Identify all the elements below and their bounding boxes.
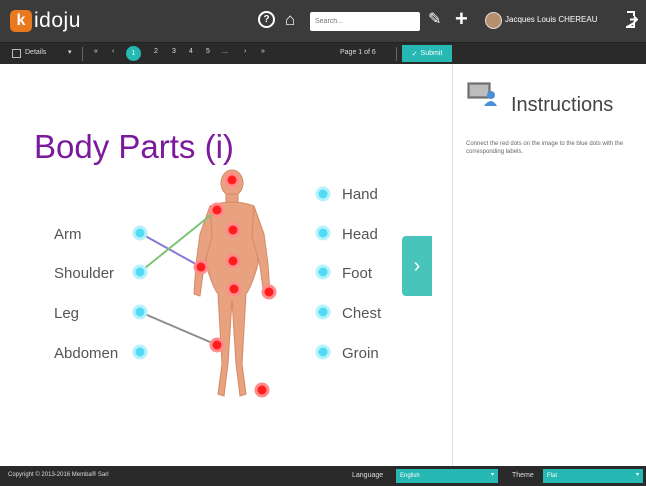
help-icon[interactable]: ? [258,11,275,28]
user-avatar[interactable] [485,12,502,29]
details-label[interactable]: Details [25,49,46,56]
submit-label: Submit [420,50,443,57]
dot-abdomen[interactable] [225,253,241,269]
footer-bar: Copyright © 2013-2016 Memba® Sarl Langua… [0,466,646,486]
dot-head[interactable] [224,172,240,188]
theme-label: Theme [512,472,534,479]
dot-hand[interactable] [261,284,277,300]
copyright-text: Copyright © 2013-2016 Memba® Sarl [8,472,109,478]
check-icon: ✓ [411,50,418,58]
toolbar-divider [82,47,83,61]
first-page-icon[interactable]: « [94,48,98,55]
logo-k-badge: k [10,10,32,32]
link-arm [139,232,202,268]
dot-label-arm[interactable] [132,225,148,241]
dot-label-groin[interactable] [315,344,331,360]
logo-text: idoju [34,9,81,32]
dot-leg[interactable] [209,337,225,353]
dot-label-chest[interactable] [315,304,331,320]
page-4-button[interactable]: 4 [189,48,193,55]
page-more-button[interactable]: ... [222,48,228,55]
tools-icon[interactable]: ✎ [428,11,441,28]
chevron-down-icon: ▾ [490,472,494,478]
next-page-icon[interactable]: › [244,48,246,55]
page-3-button[interactable]: 3 [172,48,176,55]
instructions-title: Instructions [511,94,614,116]
page-2-button[interactable]: 2 [154,48,158,55]
dot-label-hand[interactable] [315,186,331,202]
dot-label-shoulder[interactable] [132,264,148,280]
dot-label-abdomen[interactable] [132,344,148,360]
toolbar-divider [396,47,397,61]
language-label: Language [352,472,384,479]
activity-stage: Body Parts (i) Arm Shoulder Leg Abdomen … [0,64,452,466]
dot-label-leg[interactable] [132,304,148,320]
link-leg [139,311,218,346]
last-page-icon[interactable]: » [261,48,265,55]
submit-button[interactable]: ✓ Submit [402,45,452,62]
chevron-down-icon: ▾ [635,472,639,478]
dot-foot[interactable] [254,382,270,398]
dot-groin[interactable] [226,281,242,297]
next-slide-button[interactable]: › [402,236,432,296]
navigation-toolbar: Details ▾ « ‹ 1 2 3 4 5 ... › » Page 1 o… [0,42,646,64]
add-icon[interactable]: + [455,7,468,31]
language-select[interactable]: English ▾ [396,469,498,483]
theme-select[interactable]: Flat ▾ [543,469,643,483]
page-info: Page 1 of 6 [340,49,376,56]
body-diagram [132,169,331,398]
prev-page-icon[interactable]: ‹ [112,48,114,55]
home-icon[interactable]: ⌂ [285,11,295,28]
search-input[interactable] [310,12,420,31]
top-bar: k idoju ? ⌂ ✎ + Jacques Louis CHEREAU [0,0,646,42]
chevron-down-icon[interactable]: ▾ [68,48,72,56]
details-checkbox[interactable] [12,49,21,58]
user-name[interactable]: Jacques Louis CHEREAU [505,15,597,24]
dot-arm[interactable] [193,259,209,275]
logout-icon[interactable] [626,11,638,28]
instructions-text: Connect the red dots on the image to the… [466,141,624,155]
dot-chest[interactable] [225,222,241,238]
page-5-button[interactable]: 5 [206,48,210,55]
language-value: English [400,473,420,479]
page-1-button[interactable]: 1 [126,46,141,61]
instructions-panel: Instructions Connect the red dots on the… [452,64,646,466]
dot-shoulder[interactable] [209,202,225,218]
dot-label-head[interactable] [315,225,331,241]
instructions-icon [467,82,497,106]
chevron-right-icon: › [413,254,421,277]
theme-value: Flat [547,473,558,479]
kidoju-logo[interactable]: k idoju [10,8,81,34]
dot-label-foot[interactable] [315,264,331,280]
